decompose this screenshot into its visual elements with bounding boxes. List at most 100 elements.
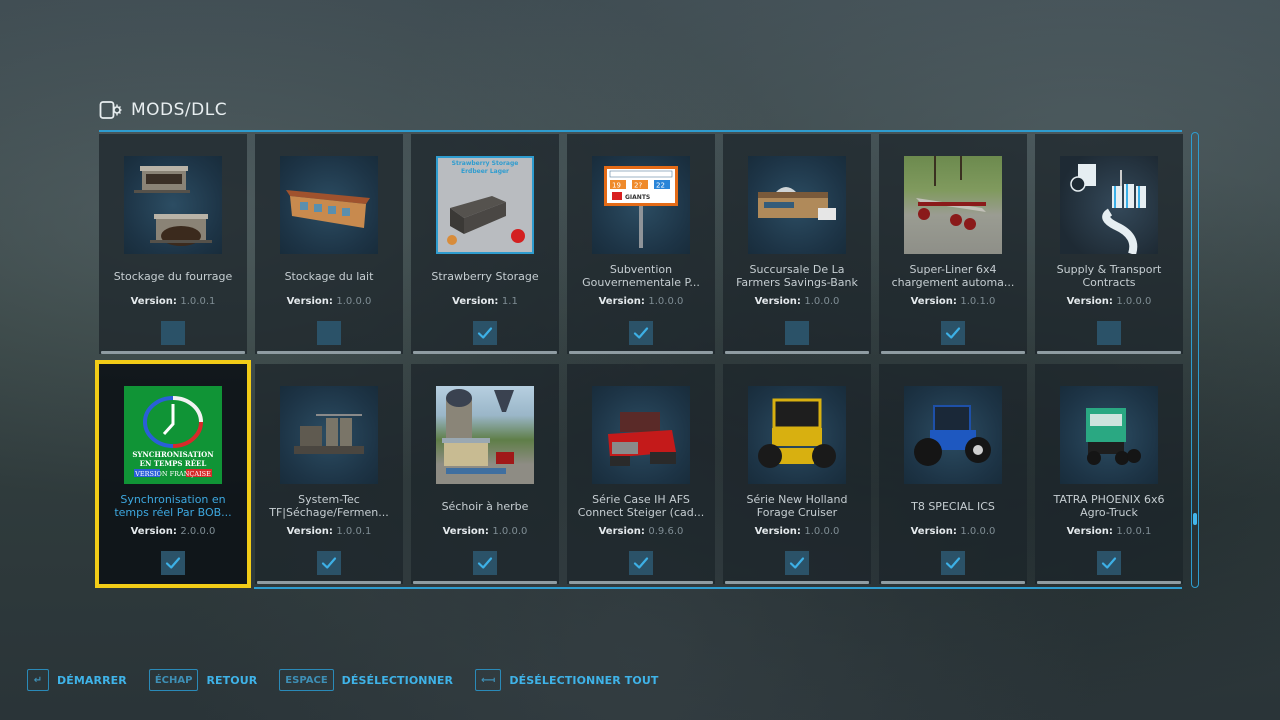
mod-version: Version: 1.0.0.1	[1067, 526, 1152, 537]
footer-hint-label: DÉSÉLECTIONNER TOUT	[509, 673, 659, 687]
version-value: 0.9.6.0	[648, 526, 684, 537]
mod-active-checkbox[interactable]	[941, 551, 965, 575]
mod-thumbnail: Strawberry Storage Erdbeer Lager	[436, 156, 534, 254]
version-label: Version:	[598, 296, 645, 307]
svg-text:22: 22	[656, 182, 665, 190]
mod-name: Supply & Transport Contracts	[1056, 263, 1162, 289]
mod-card[interactable]: Stockage du lait Version: 1.0.0.0	[255, 134, 403, 354]
mod-card[interactable]: 19 2? 22 GIANTS Subvention Gouvernementale …	[567, 134, 715, 354]
version-value: 1.0.0.1	[180, 296, 216, 307]
mod-active-checkbox[interactable]	[317, 321, 341, 345]
grid-bottom-border	[254, 587, 1182, 589]
mod-active-checkbox[interactable]	[1097, 551, 1121, 575]
mod-name: Série Case IH AFS Connect Steiger (cad..…	[577, 493, 705, 519]
mod-version: Version: 1.0.0.1	[131, 296, 216, 307]
mods-grid-frame: Stockage du fourrage Version: 1.0.0.1 St…	[95, 130, 1183, 589]
svg-text:19: 19	[612, 182, 621, 190]
mod-card[interactable]: Supply & Transport Contracts Version: 1.…	[1035, 134, 1183, 354]
mod-name: Stockage du lait	[284, 269, 374, 283]
mod-thumbnail	[436, 386, 534, 484]
scrollbar-thumb[interactable]	[1193, 513, 1197, 526]
version-label: Version:	[754, 526, 801, 537]
mod-card[interactable]: Séchoir à herbe Version: 1.0.0.0	[411, 364, 559, 584]
mod-thumbnail	[280, 156, 378, 254]
svg-text:2?: 2?	[634, 182, 642, 190]
mod-active-checkbox[interactable]	[473, 321, 497, 345]
mod-active-checkbox[interactable]	[785, 551, 809, 575]
mod-version: Version: 1.0.0.0	[287, 296, 372, 307]
mod-active-checkbox[interactable]	[785, 321, 809, 345]
mod-version: Version: 0.9.6.0	[599, 526, 684, 537]
version-label: Version:	[598, 526, 645, 537]
version-value: 1.0.0.0	[804, 526, 840, 537]
mod-active-checkbox[interactable]	[161, 321, 185, 345]
version-label: Version:	[286, 526, 333, 537]
mod-card[interactable]: TATRA PHOENIX 6x6 Agro-Truck Version: 1.…	[1035, 364, 1183, 584]
mod-card[interactable]: Strawberry Storage Erdbeer Lager Strawber…	[411, 134, 559, 354]
version-label: Version:	[442, 526, 489, 537]
version-label: Version:	[754, 296, 801, 307]
version-label: Version:	[1066, 296, 1113, 307]
version-value: 2.0.0.0	[180, 526, 216, 537]
footer-hint-démarrer[interactable]: ↵ DÉMARRER	[27, 669, 127, 691]
mod-thumbnail	[748, 386, 846, 484]
version-value: 1.0.0.0	[804, 296, 840, 307]
mod-active-checkbox[interactable]	[473, 551, 497, 575]
scrollbar[interactable]	[1191, 132, 1199, 588]
mod-card[interactable]: System-Tec TF|Séchage/Fermen... Version:…	[255, 364, 403, 584]
mod-active-checkbox[interactable]	[317, 551, 341, 575]
version-label: Version:	[130, 296, 177, 307]
mod-version: Version: 1.0.0.0	[599, 296, 684, 307]
mod-name: Série New Holland Forage Cruiser	[746, 493, 848, 519]
version-value: 1.0.0.0	[960, 526, 996, 537]
footer-hint-désélectionner-tout[interactable]: ⟻ DÉSÉLECTIONNER TOUT	[475, 669, 658, 691]
mod-version: Version: 2.0.0.0	[131, 526, 216, 537]
mod-thumbnail	[592, 386, 690, 484]
version-value: 1.1	[501, 296, 518, 307]
mod-name: Super-Liner 6x4 chargement automa...	[891, 263, 1015, 289]
mod-version: Version: 1.0.1.0	[911, 296, 996, 307]
mod-card[interactable]: T8 SPECIAL ICS Version: 1.0.0.0	[879, 364, 1027, 584]
mod-name: Strawberry Storage	[431, 269, 539, 283]
mod-name: TATRA PHOENIX 6x6 Agro-Truck	[1053, 493, 1165, 519]
mod-card[interactable]: Série Case IH AFS Connect Steiger (cad..…	[567, 364, 715, 584]
mod-name: T8 SPECIAL ICS	[911, 499, 995, 513]
mod-thumbnail	[280, 386, 378, 484]
mod-version: Version: 1.0.0.1	[287, 526, 372, 537]
mod-thumbnail: 19 2? 22 GIANTS	[592, 156, 690, 254]
mod-card[interactable]: Succursale De La Farmers Savings-Bank Ve…	[723, 134, 871, 354]
mod-version: Version: 1.0.0.0	[443, 526, 528, 537]
mod-active-checkbox[interactable]	[629, 321, 653, 345]
version-value: 1.0.0.1	[1116, 526, 1152, 537]
footer-hint-label: DÉSÉLECTIONNER	[341, 673, 454, 687]
mod-thumbnail	[1060, 386, 1158, 484]
footer-hint-désélectionner[interactable]: ESPACE DÉSÉLECTIONNER	[279, 669, 453, 691]
mod-card[interactable]: Série New Holland Forage Cruiser Version…	[723, 364, 871, 584]
mod-active-checkbox[interactable]	[161, 551, 185, 575]
mod-active-checkbox[interactable]	[629, 551, 653, 575]
mod-name: Succursale De La Farmers Savings-Bank	[736, 263, 858, 289]
version-label: Version:	[130, 526, 177, 537]
version-label: Version:	[910, 526, 957, 537]
mod-card[interactable]: SYNCHRONISATION EN TEMPS RÉEL VERSION FRAN…	[95, 360, 251, 588]
mod-active-checkbox[interactable]	[1097, 321, 1121, 345]
version-label: Version:	[910, 296, 957, 307]
svg-text:VERSION FRANÇAISE: VERSION FRANÇAISE	[134, 470, 211, 478]
mod-active-checkbox[interactable]	[941, 321, 965, 345]
mod-name: Subvention Gouvernementale P...	[582, 263, 700, 289]
mod-name: System-Tec TF|Séchage/Fermen...	[269, 493, 389, 519]
mod-thumbnail	[1060, 156, 1158, 254]
checkmark-icon	[477, 557, 493, 569]
footer-hint-label: DÉMARRER	[57, 673, 127, 687]
mod-name: Stockage du fourrage	[113, 269, 233, 283]
enter-key-icon: ↵	[27, 669, 49, 691]
version-label: Version:	[286, 296, 333, 307]
svg-text:SYNCHRONISATION: SYNCHRONISATION	[132, 450, 214, 459]
mod-card[interactable]: Stockage du fourrage Version: 1.0.0.1	[99, 134, 247, 354]
footer-hint-retour[interactable]: ÉCHAP RETOUR	[148, 669, 257, 691]
backspace-key-icon: ⟻	[475, 669, 502, 691]
mod-card[interactable]: Super-Liner 6x4 chargement automa... Ver…	[879, 134, 1027, 354]
mod-name: Séchoir à herbe	[441, 499, 529, 513]
version-label: Version:	[1066, 526, 1113, 537]
mod-thumbnail	[748, 156, 846, 254]
